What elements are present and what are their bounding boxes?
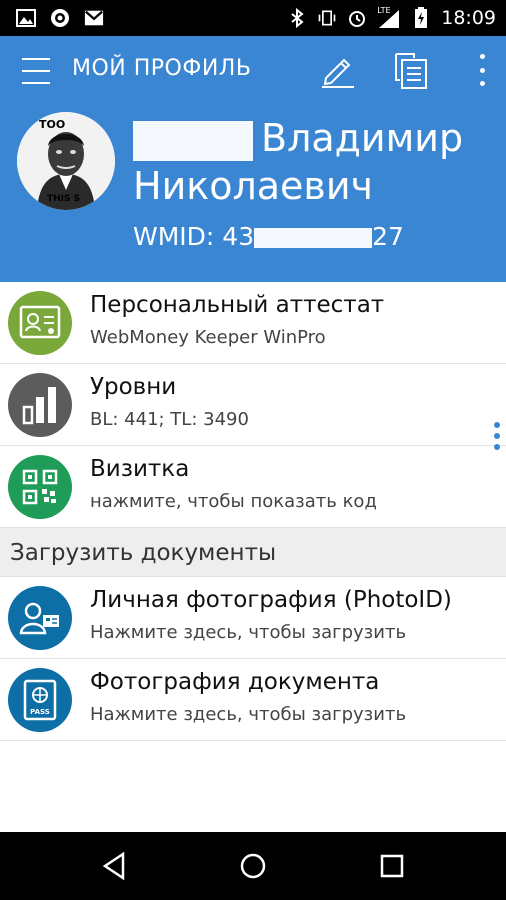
redaction-box	[254, 228, 373, 248]
copy-document-icon[interactable]	[390, 50, 430, 90]
status-bar: LTE 18:09	[0, 0, 506, 36]
image-icon	[16, 8, 36, 28]
navigation-bar	[0, 832, 506, 900]
svg-text:PASS: PASS	[30, 708, 50, 716]
home-icon[interactable]	[235, 848, 271, 884]
recents-icon[interactable]	[374, 848, 410, 884]
more-vert-icon[interactable]	[476, 54, 488, 86]
profile-list: Персональный аттестат WebMoney Keeper Wi…	[0, 282, 506, 741]
page-title: МОЙ ПРОФИЛЬ	[72, 56, 252, 81]
item-title: Уровни	[90, 374, 177, 400]
bar-chart-icon	[8, 373, 72, 437]
clock: 18:09	[441, 7, 496, 29]
item-subtitle: Нажмите здесь, чтобы загрузить	[90, 622, 407, 643]
vibrate-icon	[317, 8, 337, 28]
hamburger-icon[interactable]	[22, 58, 50, 84]
certificate-icon	[8, 291, 72, 355]
passport-icon: PASS	[8, 668, 72, 732]
alarm-icon	[347, 8, 367, 28]
item-title: Персональный аттестат	[90, 292, 385, 318]
gmail-icon	[84, 8, 104, 28]
wmid-label: WMID: 43 27	[133, 222, 404, 251]
redaction-box	[133, 120, 253, 161]
list-item-vizitka[interactable]: Визитка нажмите, чтобы показать код	[0, 446, 506, 528]
webmoney-icon	[50, 8, 70, 28]
avatar[interactable]: TOO THIS S	[17, 112, 115, 210]
item-subtitle: нажмите, чтобы показать код	[90, 491, 377, 512]
section-header-documents: Загрузить документы	[0, 528, 506, 577]
profile-header: МОЙ ПРОФИЛЬ TOO THIS S Владимир Николаев…	[0, 36, 506, 282]
scroll-indicator[interactable]	[494, 422, 500, 450]
list-item-levels[interactable]: Уровни BL: 441; TL: 3490	[0, 364, 506, 446]
profile-name: Владимир Николаевич	[133, 116, 464, 208]
list-item-document-photo[interactable]: PASS Фотография документа Нажмите здесь,…	[0, 659, 506, 741]
item-title: Фотография документа	[90, 669, 380, 695]
item-subtitle: Нажмите здесь, чтобы загрузить	[90, 704, 407, 725]
photo-id-icon	[8, 586, 72, 650]
list-item-photo-id[interactable]: Личная фотография (PhotoID) Нажмите здес…	[0, 577, 506, 659]
bluetooth-icon	[287, 8, 307, 28]
list-item-attestat[interactable]: Персональный аттестат WebMoney Keeper Wi…	[0, 282, 506, 364]
qr-code-icon	[8, 455, 72, 519]
back-icon[interactable]	[96, 848, 132, 884]
item-title: Визитка	[90, 456, 190, 482]
signal-icon: LTE	[377, 6, 401, 28]
item-subtitle: WebMoney Keeper WinPro	[90, 327, 326, 348]
item-subtitle: BL: 441; TL: 3490	[90, 409, 249, 430]
battery-icon	[411, 7, 431, 28]
pencil-icon[interactable]	[318, 50, 358, 90]
item-title: Личная фотография (PhotoID)	[90, 587, 452, 613]
